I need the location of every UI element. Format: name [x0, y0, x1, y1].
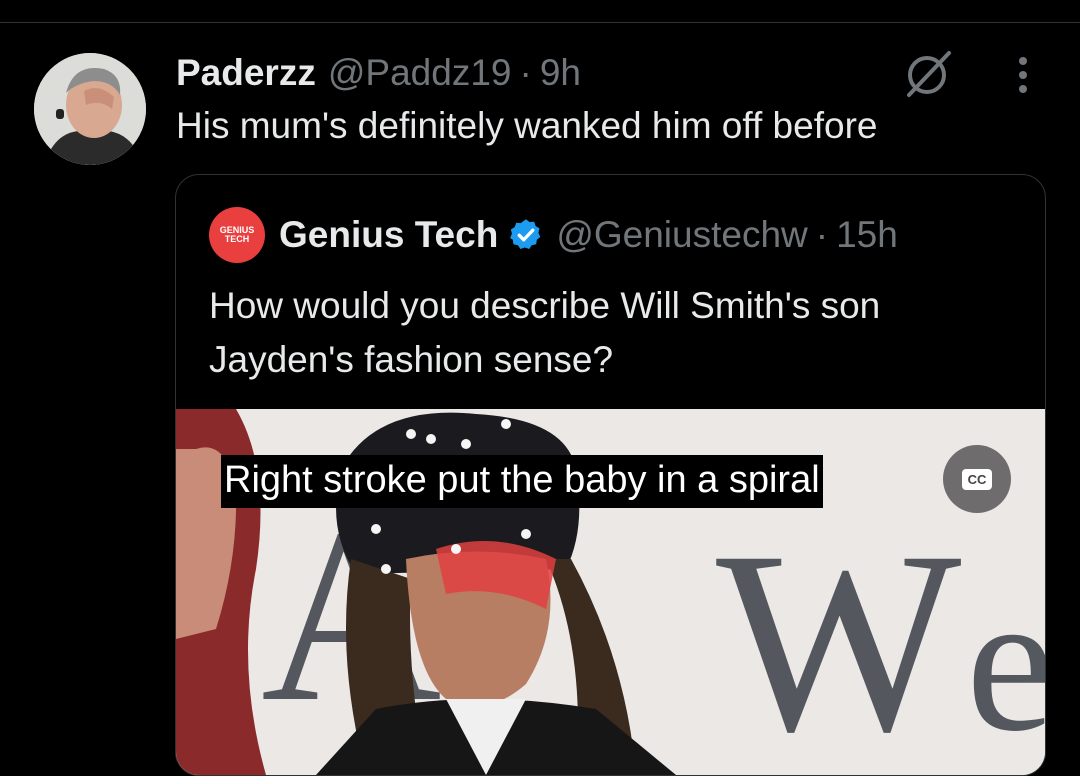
author-handle[interactable]: @Paddz19 — [328, 52, 512, 94]
quoted-tweet[interactable]: GENIUS TECH Genius Tech @Geniustechw · 1… — [175, 174, 1046, 776]
top-divider — [0, 22, 1080, 23]
quoted-author-handle[interactable]: @Geniustechw — [556, 214, 807, 256]
avatar-image — [34, 53, 146, 165]
quoted-tweet-header: GENIUS TECH Genius Tech @Geniustechw · 1… — [209, 207, 898, 263]
quoted-separator: · — [815, 214, 829, 255]
video-caption: Right stroke put the baby in a spiral — [221, 455, 823, 508]
video-player[interactable]: A W e Right stroke — [176, 409, 1045, 775]
svg-text:W: W — [716, 498, 964, 775]
quoted-timestamp[interactable]: 15h — [836, 214, 898, 256]
verified-badge-icon — [510, 219, 541, 249]
separator: · — [519, 52, 532, 93]
svg-text:e: e — [966, 552, 1045, 773]
author-name[interactable]: Paderzz — [176, 52, 316, 94]
quoted-author-avatar[interactable]: GENIUS TECH — [209, 207, 265, 263]
logo-text-line2: TECH — [224, 234, 250, 244]
closed-captions-button[interactable]: CC — [943, 445, 1011, 513]
tweet-header: Paderzz @Paddz19 · 9h — [176, 48, 581, 98]
quoted-author-name[interactable]: Genius Tech — [279, 214, 498, 256]
grok-icon[interactable] — [903, 47, 955, 99]
quoted-tweet-text: How would you describe Will Smith's son … — [209, 285, 881, 380]
timestamp[interactable]: 9h — [540, 52, 581, 94]
tweet-text: His mum's definitely wanked him off befo… — [176, 105, 878, 146]
more-icon[interactable] — [1006, 53, 1040, 97]
avatar[interactable] — [34, 53, 146, 165]
closed-captions-icon: CC — [962, 468, 992, 490]
